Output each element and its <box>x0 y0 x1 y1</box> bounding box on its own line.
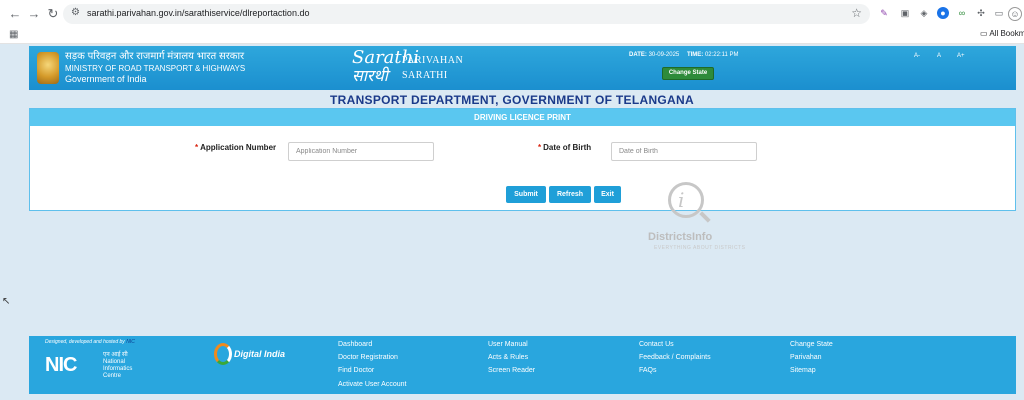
address-bar[interactable]: ⚙ sarathi.parivahan.gov.in/sarathiservic… <box>63 4 870 24</box>
date-label: DATE: <box>629 52 647 58</box>
reload-icon[interactable]: ↻ <box>45 6 61 22</box>
watermark-text: DistrictsInfo <box>648 231 713 243</box>
footer-link-acts-rules[interactable]: Acts & Rules <box>488 354 528 361</box>
change-state-button[interactable]: Change State <box>662 67 714 80</box>
font-increase-button[interactable]: A+ <box>957 53 965 59</box>
site-info-icon[interactable]: ⚙ <box>71 7 80 18</box>
panel-title: DRIVING LICENCE PRINT <box>30 109 1015 126</box>
footer-link-parivahan[interactable]: Parivahan <box>790 354 822 361</box>
watermark-subtext: EVERYTHING ABOUT DISTRICTS <box>654 245 746 251</box>
time-label: TIME: <box>686 52 704 58</box>
nic-link[interactable]: NIC <box>126 339 135 345</box>
url-text[interactable]: sarathi.parivahan.gov.in/sarathiservice/… <box>87 8 309 18</box>
nic-name-line2: Informatics <box>103 366 133 372</box>
forward-arrow-icon[interactable]: → <box>26 6 42 22</box>
footer-link-user-manual[interactable]: User Manual <box>488 341 528 348</box>
browser-toolbar: ← → ↻ ⚙ sarathi.parivahan.gov.in/sarathi… <box>0 0 1024 44</box>
shield-extension-icon[interactable]: ◈ <box>918 7 930 19</box>
nic-name-line1: National <box>103 359 126 365</box>
nic-name: एन आई सी National Informatics Centre <box>103 352 132 380</box>
footer-link-activate-user-account[interactable]: Activate User Account <box>338 381 406 388</box>
footer-link-change-state[interactable]: Change State <box>790 341 833 348</box>
ministry-hindi: सड़क परिवहन और राजमार्ग मंत्रालय भारत सर… <box>65 51 245 62</box>
pen-extension-icon[interactable]: ✎ <box>878 7 890 19</box>
window-icon[interactable]: ▭ <box>993 7 1005 19</box>
account-avatar-icon[interactable]: ☺ <box>1008 7 1022 21</box>
date-of-birth-input[interactable] <box>611 142 757 161</box>
apps-grid-icon[interactable]: ▦ <box>9 29 18 40</box>
digital-india-icon <box>214 343 232 365</box>
site-footer: Designed, developed and hosted by NIC NI… <box>29 336 1016 394</box>
sarathi-label: SARATHI <box>402 70 448 81</box>
extension-icon[interactable]: ▣ <box>899 7 911 19</box>
bookmarks-bar: ▦ ▭ All Bookma <box>0 27 1024 43</box>
government-of-india: Government of India <box>65 74 147 84</box>
ministry-english: MINISTRY OF ROAD TRANSPORT & HIGHWAYS <box>65 64 246 73</box>
digital-india-logo[interactable]: Digital India <box>214 341 286 367</box>
site-header: सड़क परिवहन और राजमार्ग मंत्रालय भारत सर… <box>29 46 1016 90</box>
submit-button[interactable]: Submit <box>506 186 546 203</box>
footer-link-faqs[interactable]: FAQs <box>639 367 657 374</box>
all-bookmarks-label: All Bookma <box>989 29 1024 38</box>
required-mark: * <box>195 143 199 152</box>
dob-label: * Date of Birth <box>538 143 591 152</box>
back-arrow-icon[interactable]: ← <box>7 6 23 22</box>
font-normal-button[interactable]: A <box>937 53 941 59</box>
link-extension-icon[interactable]: ∞ <box>956 7 968 19</box>
watermark-info-icon: i <box>678 188 685 212</box>
footer-link-doctor-registration[interactable]: Doctor Registration <box>338 354 398 361</box>
footer-link-contact-us[interactable]: Contact Us <box>639 341 674 348</box>
digital-india-text: Digital India <box>234 349 286 359</box>
footer-link-dashboard[interactable]: Dashboard <box>338 341 372 348</box>
bookmark-star-icon[interactable]: ☆ <box>851 6 862 20</box>
exit-button[interactable]: Exit <box>594 186 621 203</box>
designed-by-label: Designed, developed and hosted by <box>45 339 125 345</box>
national-emblem-icon <box>37 52 59 84</box>
folder-icon: ▭ <box>980 29 988 38</box>
mouse-cursor-icon: ↖ <box>2 296 11 307</box>
required-mark: * <box>538 143 542 152</box>
nic-name-line3: Centre <box>103 373 122 379</box>
nic-hindi: एन आई सी <box>103 352 128 358</box>
all-bookmarks[interactable]: ▭ All Bookma <box>980 29 1024 38</box>
puzzle-extensions-icon[interactable]: ✣ <box>975 7 987 19</box>
application-number-input[interactable] <box>288 142 434 161</box>
footer-link-find-doctor[interactable]: Find Doctor <box>338 367 374 374</box>
ministry-block: सड़क परिवहन और राजमार्ग मंत्रालय भारत सर… <box>65 51 245 85</box>
nic-logo[interactable]: NIC <box>45 352 95 378</box>
font-decrease-button[interactable]: A- <box>914 53 920 59</box>
department-title: TRANSPORT DEPARTMENT, GOVERNMENT OF TELA… <box>330 93 694 107</box>
time-value: 02:22:11 PM <box>704 52 739 58</box>
watermark-magnifier-icon <box>668 182 704 218</box>
designed-by-text: Designed, developed and hosted by NIC <box>45 339 135 345</box>
application-number-label-text: Application Number <box>200 143 277 152</box>
footer-link-screen-reader[interactable]: Screen Reader <box>488 367 535 374</box>
profile-extension-icon[interactable]: ● <box>937 7 949 19</box>
parivahan-sarathi-text: PARIVAHAN SARATHI <box>402 53 463 83</box>
footer-link-sitemap[interactable]: Sitemap <box>790 367 816 374</box>
dob-label-text: Date of Birth <box>543 143 592 152</box>
refresh-button[interactable]: Refresh <box>549 186 591 203</box>
application-number-label: * Application Number <box>195 143 276 152</box>
footer-link-feedback-complaints[interactable]: Feedback / Complaints <box>639 354 711 361</box>
driving-licence-print-panel: DRIVING LICENCE PRINT * Application Numbe… <box>29 108 1016 211</box>
date-value: 30-09-2025 <box>648 52 680 58</box>
date-time: DATE: 30-09-2025 TIME: 02:22:11 PM <box>629 52 745 58</box>
parivahan-label: PARIVAHAN <box>402 55 464 66</box>
